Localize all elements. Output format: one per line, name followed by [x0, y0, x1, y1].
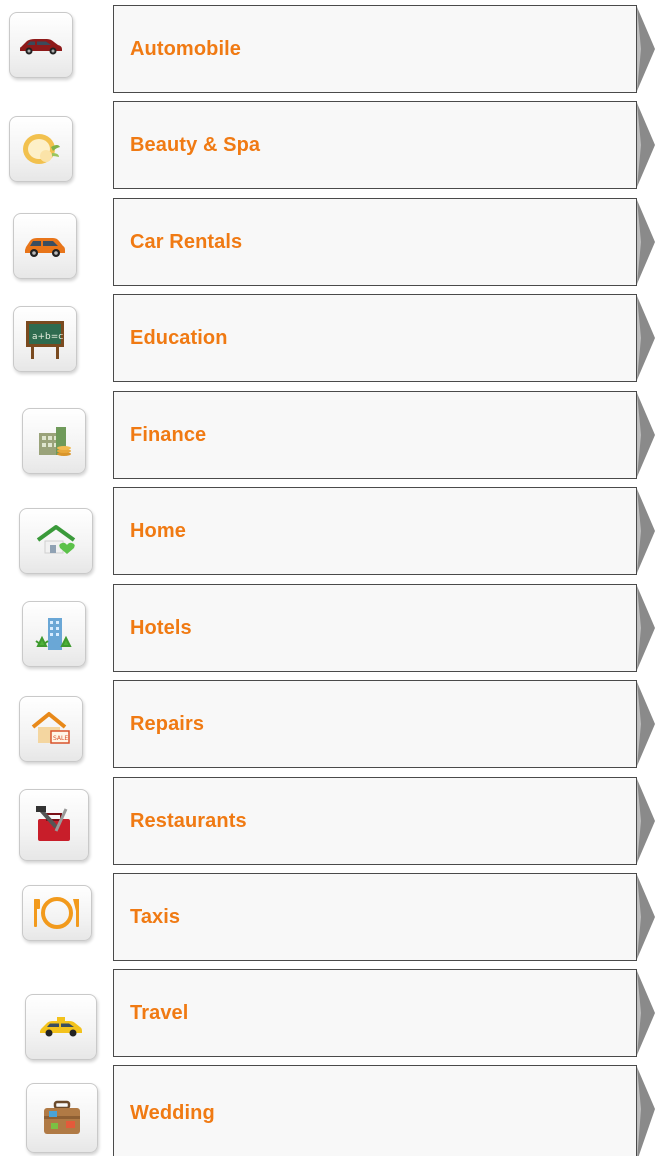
category-cell[interactable]: Hotels	[113, 584, 637, 672]
chevron-right-icon[interactable]	[637, 680, 655, 768]
category-icon-button[interactable]	[19, 508, 93, 574]
category-label: Wedding	[130, 1102, 215, 1124]
category-cell[interactable]: Finance	[113, 391, 637, 479]
category-row-wedding[interactable]: Wedding	[0, 1060, 655, 1156]
category-icon-button[interactable]: SALE	[19, 696, 83, 762]
chevron-right-icon[interactable]	[637, 584, 655, 672]
chevron-right-icon[interactable]	[637, 777, 655, 865]
category-cell[interactable]: Wedding	[113, 1065, 637, 1156]
category-icon-button[interactable]	[19, 789, 89, 861]
taxi-icon	[40, 1017, 82, 1037]
toolbox-icon	[36, 806, 70, 841]
category-label: Taxis	[130, 905, 181, 928]
category-label: Hotels	[130, 616, 192, 639]
category-icon-button[interactable]	[9, 12, 73, 78]
category-cell[interactable]: Taxis	[113, 873, 637, 961]
category-icon-button[interactable]	[22, 601, 86, 667]
chevron-right-icon[interactable]	[637, 101, 655, 189]
category-row-education[interactable]: a+b=c Education	[0, 289, 655, 385]
svg-text:SALE: SALE	[53, 735, 68, 742]
plate-cutlery-icon	[34, 897, 79, 929]
category-cell[interactable]: Car Rentals	[113, 198, 637, 286]
house-heart-icon	[36, 525, 76, 554]
category-cell[interactable]: Restaurants	[113, 777, 637, 865]
chevron-right-icon[interactable]	[637, 198, 655, 286]
category-row-hotels[interactable]: Hotels	[0, 579, 655, 675]
chevron-right-icon[interactable]	[637, 969, 655, 1057]
bank-icon	[39, 427, 71, 456]
svg-text:a+b=c: a+b=c	[32, 332, 63, 342]
category-icon-button[interactable]	[13, 213, 77, 279]
category-row-home[interactable]: Home	[0, 482, 655, 578]
category-icon-button[interactable]	[22, 408, 86, 474]
category-cell[interactable]: Repairs	[113, 680, 637, 768]
chevron-right-icon[interactable]	[637, 5, 655, 93]
category-list: Automobile Beauty & Spa Car Rentals a+b=…	[0, 0, 655, 1156]
category-label: Education	[130, 326, 228, 349]
car-icon	[20, 39, 62, 55]
category-label: Car Rentals	[130, 230, 243, 253]
category-row-repairs[interactable]: SALE Repairs	[0, 675, 655, 771]
category-label: Home	[130, 519, 186, 542]
category-label: Restaurants	[130, 809, 247, 832]
category-row-beauty-spa[interactable]: Beauty & Spa	[0, 96, 655, 192]
category-row-restaurants[interactable]: Restaurants	[0, 772, 655, 868]
chevron-right-icon[interactable]	[637, 873, 655, 961]
category-cell[interactable]: Beauty & Spa	[113, 101, 637, 189]
category-row-car-rentals[interactable]: Car Rentals	[0, 193, 655, 289]
category-icon-button[interactable]	[26, 1083, 98, 1153]
category-icon-button[interactable]	[25, 994, 97, 1060]
category-label: Travel	[130, 1001, 189, 1024]
category-icon-button[interactable]	[9, 116, 73, 182]
category-label: Automobile	[130, 37, 241, 60]
chalkboard-icon: a+b=c	[26, 321, 64, 359]
chevron-right-icon[interactable]	[637, 1065, 655, 1156]
chevron-right-icon[interactable]	[637, 391, 655, 479]
category-label: Finance	[130, 423, 207, 446]
category-label: Repairs	[130, 712, 205, 735]
suv-icon	[25, 238, 65, 257]
category-icon-button[interactable]: a+b=c	[13, 306, 77, 372]
category-row-automobile[interactable]: Automobile	[0, 0, 655, 96]
category-icon-button[interactable]	[22, 885, 92, 941]
category-cell[interactable]: Travel	[113, 969, 637, 1057]
category-label: Beauty & Spa	[130, 133, 261, 156]
category-cell[interactable]: Automobile	[113, 5, 637, 93]
category-row-finance[interactable]: Finance	[0, 386, 655, 482]
spa-icon	[23, 134, 60, 164]
category-cell[interactable]: Home	[113, 487, 637, 575]
house-sale-icon: SALE	[31, 712, 70, 744]
category-cell[interactable]: Education	[113, 294, 637, 382]
category-row-taxis[interactable]: Taxis	[0, 868, 655, 964]
hotel-icon	[35, 618, 72, 650]
chevron-right-icon[interactable]	[637, 487, 655, 575]
category-row-travel[interactable]: Travel	[0, 964, 655, 1060]
suitcase-icon	[44, 1100, 80, 1134]
chevron-right-icon[interactable]	[637, 294, 655, 382]
